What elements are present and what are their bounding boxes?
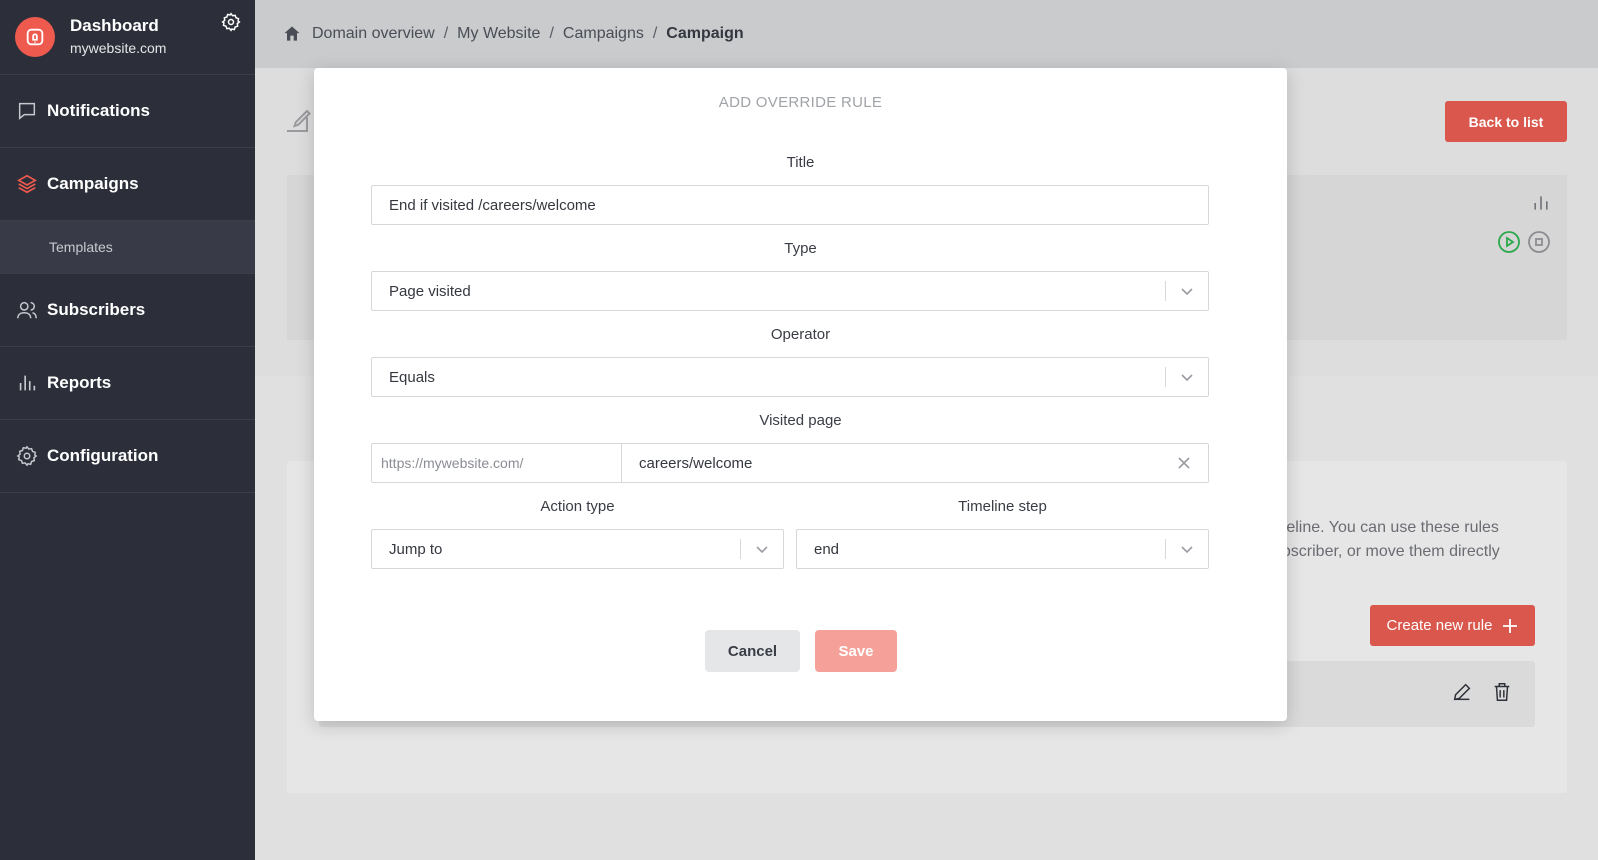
breadcrumb-separator: / <box>549 25 554 42</box>
sidebar-item-label: Subscribers <box>47 300 146 319</box>
type-label: Type <box>784 240 817 257</box>
gear-icon <box>15 444 39 468</box>
sidebar-item-campaigns[interactable]: Campaigns <box>0 148 255 221</box>
bar-chart-icon <box>15 371 39 395</box>
sidebar-item-label: Campaigns <box>47 174 139 193</box>
sidebar-item-label: Templates <box>49 239 113 255</box>
breadcrumb-separator: / <box>652 25 658 42</box>
brand-title: Dashboard <box>70 16 159 35</box>
breadcrumb-current: Campaign <box>666 25 744 42</box>
visited-page-value: careers/welcome <box>639 454 753 472</box>
url-prefix: https://mywebsite.com/ <box>372 444 622 482</box>
operator-select-value: Equals <box>389 368 435 386</box>
settings-gear-icon[interactable] <box>221 12 241 32</box>
breadcrumb-my-website[interactable]: My Website <box>457 25 540 43</box>
plus-icon <box>1503 618 1518 633</box>
visited-page-label: Visited page <box>759 412 842 429</box>
trash-icon[interactable] <box>1491 681 1513 703</box>
chat-bubble-icon <box>15 99 39 123</box>
visited-page-input[interactable]: https://mywebsite.com/ careers/welcome <box>371 443 1209 483</box>
breadcrumb-campaigns[interactable]: Campaigns <box>563 25 644 43</box>
users-icon <box>15 298 39 322</box>
cancel-button[interactable]: Cancel <box>705 630 800 672</box>
save-button[interactable]: Save <box>815 630 897 672</box>
stats-icon[interactable] <box>1531 193 1551 213</box>
sidebar-item-subscribers[interactable]: Subscribers <box>0 274 255 347</box>
layers-icon <box>15 172 39 196</box>
breadcrumb-separator: / <box>443 25 449 42</box>
create-new-rule-button[interactable]: Create new rule <box>1370 605 1535 646</box>
home-icon[interactable] <box>282 24 302 44</box>
title-input-value: End if visited /careers/welcome <box>389 196 596 214</box>
stop-icon[interactable] <box>1527 230 1551 254</box>
chevron-down-icon[interactable] <box>1166 370 1208 384</box>
action-type-value: Jump to <box>389 540 443 558</box>
action-type-select[interactable]: Jump to <box>371 529 784 569</box>
sidebar-item-configuration[interactable]: Configuration <box>0 420 255 493</box>
clear-icon[interactable] <box>1160 457 1208 469</box>
sidebar-item-label: Reports <box>47 373 112 392</box>
operator-label: Operator <box>770 326 831 343</box>
rules-description: timeline. You can use these rules subscr… <box>1265 519 1500 560</box>
back-to-list-button[interactable]: Back to list <box>1445 101 1567 142</box>
bell-icon <box>26 28 44 46</box>
timeline-step-select[interactable]: end <box>796 529 1209 569</box>
pencil-icon[interactable] <box>1451 681 1473 703</box>
breadcrumb: Domain overview / My Website / Campaigns… <box>255 0 1598 68</box>
type-select-value: Page visited <box>389 282 471 300</box>
timeline-step-value: end <box>814 540 840 558</box>
sidebar-item-reports[interactable]: Reports <box>0 347 255 420</box>
brand-logo[interactable] <box>15 17 55 57</box>
create-rule-label: Create new rule <box>1386 617 1493 634</box>
title-input[interactable]: End if visited /careers/welcome <box>371 185 1209 225</box>
timeline-step-label: Timeline step <box>958 498 1047 515</box>
sidebar-item-label: Configuration <box>47 446 159 465</box>
play-icon[interactable] <box>1497 230 1521 254</box>
sidebar-item-templates[interactable]: Templates <box>0 221 255 274</box>
chevron-down-icon[interactable] <box>1166 284 1208 298</box>
type-select[interactable]: Page visited <box>371 271 1209 311</box>
title-label: Title <box>786 154 815 171</box>
edit-icon[interactable] <box>282 106 312 136</box>
brand-header: Dashboard mywebsite.com <box>0 0 255 75</box>
sidebar-item-notifications[interactable]: Notifications <box>0 75 255 148</box>
add-override-rule-modal: ADD OVERRIDE RULE Title End if visited /… <box>314 68 1287 721</box>
sidebar: Dashboard mywebsite.com Notifications Ca… <box>0 0 255 860</box>
action-type-label: Action type <box>540 498 615 515</box>
modal-title: ADD OVERRIDE RULE <box>718 94 883 111</box>
chevron-down-icon[interactable] <box>1166 542 1208 556</box>
chevron-down-icon[interactable] <box>741 542 783 556</box>
operator-select[interactable]: Equals <box>371 357 1209 397</box>
brand-subtitle: mywebsite.com <box>70 40 167 56</box>
breadcrumb-domain-overview[interactable]: Domain overview <box>312 25 435 43</box>
sidebar-item-label: Notifications <box>47 101 150 120</box>
